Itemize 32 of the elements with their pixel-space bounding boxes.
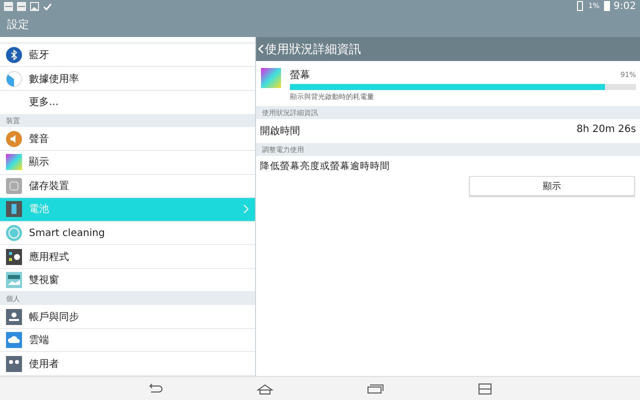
cloud-icon [6,332,22,348]
users-icon [6,356,22,372]
battery-status-icon [604,1,610,11]
detail-title: 使用狀況詳細資訊 [265,40,361,58]
battery-icon [6,201,22,218]
data-usage-icon [6,70,22,87]
usage-name: 螢幕 [290,68,310,82]
apps-icon [6,248,22,265]
phone-icon [577,1,584,11]
color-display-icon [6,154,22,170]
dual-window-icon[interactable] [476,382,494,394]
recent-apps-icon[interactable] [366,382,384,394]
chevron-icon [243,204,249,214]
account-icon [6,308,22,324]
app-title: 設定 [6,17,30,33]
storage-icon [6,178,22,194]
settings-item[interactable]: Smart cleaning [0,222,255,246]
landscape-window-icon [6,272,22,288]
image-icon [30,2,39,10]
home-icon[interactable] [256,382,274,394]
cleaning-icon [6,225,22,241]
display-button[interactable]: 顯示 [469,176,635,196]
settings-item[interactable]: 儲存裝置 [0,174,255,198]
stat-label: 開啟時間 [260,124,300,138]
tip-text: 降低螢幕亮度或螢幕逾時時間 [259,160,391,173]
check-icon [43,2,52,10]
stat-value: 8h 20m 26s [576,124,636,137]
speaker-icon [6,130,22,147]
back-icon[interactable] [258,44,264,54]
color-display-icon [261,68,281,88]
bluetooth-icon [6,47,22,64]
clock: 9:02 [614,0,636,12]
